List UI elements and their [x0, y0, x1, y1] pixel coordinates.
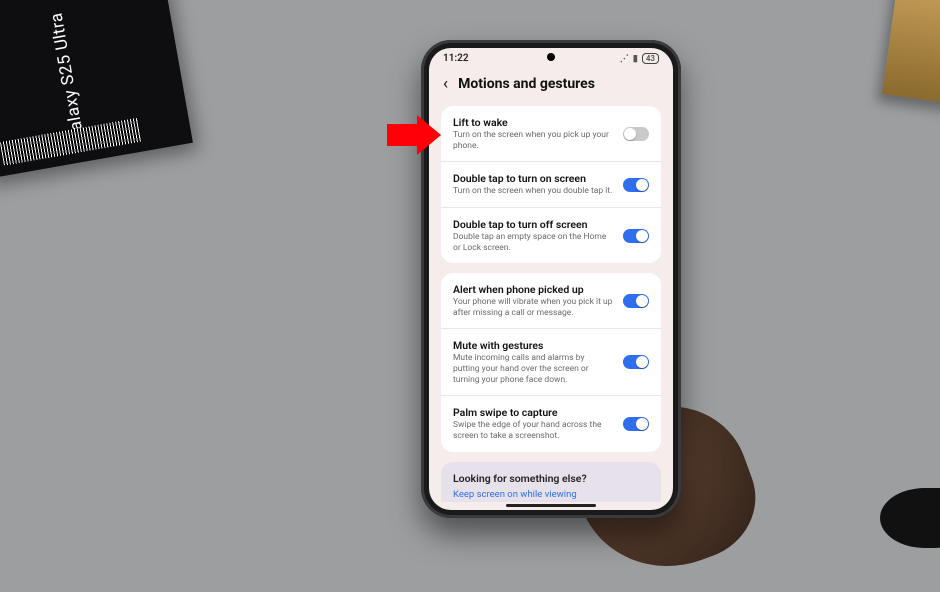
setting-desc: Swipe the edge of your hand across the s… [453, 420, 613, 441]
back-icon[interactable]: ‹ [443, 74, 448, 94]
looking-for-title: Looking for something else? [453, 472, 649, 485]
page-header: ‹ Motions and gestures [429, 64, 673, 106]
keep-screen-on-link[interactable]: Keep screen on while viewing [453, 489, 649, 500]
setting-desc: Mute incoming calls and alarms by puttin… [453, 353, 613, 385]
status-time: 11:22 [443, 53, 469, 64]
product-box: Galaxy S25 Ultra [0, 0, 193, 179]
setting-title: Double tap to turn on screen [453, 172, 613, 185]
palm-swipe-toggle[interactable] [623, 417, 649, 431]
nav-handle[interactable] [506, 504, 596, 507]
phone-screen: 11:22 ⋰ ▮ 43 ‹ Motions and gestures Lift… [429, 48, 673, 510]
setting-desc: Turn on the screen when you double tap i… [453, 186, 613, 197]
lift-to-wake-row[interactable]: Lift to wake Turn on the screen when you… [441, 106, 661, 161]
setting-desc: Double tap an empty space on the Home or… [453, 232, 613, 253]
phone-device: 11:22 ⋰ ▮ 43 ‹ Motions and gestures Lift… [421, 40, 681, 518]
double-tap-off-toggle[interactable] [623, 229, 649, 243]
settings-group-1: Lift to wake Turn on the screen when you… [441, 106, 661, 263]
mute-gestures-row[interactable]: Mute with gestures Mute incoming calls a… [441, 328, 661, 395]
signal-icon: ▮ [633, 54, 638, 64]
status-indicators: ⋰ ▮ 43 [620, 53, 659, 64]
wooden-block [882, 0, 940, 105]
page-title: Motions and gestures [458, 76, 595, 92]
setting-title: Double tap to turn off screen [453, 218, 613, 231]
setting-title: Alert when phone picked up [453, 283, 613, 296]
settings-group-2: Alert when phone picked up Your phone wi… [441, 273, 661, 451]
annotation-arrow [387, 115, 441, 155]
palm-swipe-row[interactable]: Palm swipe to capture Swipe the edge of … [441, 395, 661, 451]
wifi-icon: ⋰ [620, 54, 629, 64]
mute-gestures-toggle[interactable] [623, 355, 649, 369]
setting-desc: Turn on the screen when you pick up your… [453, 130, 613, 151]
product-box-label: Galaxy S25 Ultra [46, 11, 89, 144]
alert-picked-up-toggle[interactable] [623, 294, 649, 308]
earbud [880, 488, 940, 548]
alert-picked-up-row[interactable]: Alert when phone picked up Your phone wi… [441, 273, 661, 328]
lift-to-wake-toggle[interactable] [623, 127, 649, 141]
double-tap-off-row[interactable]: Double tap to turn off screen Double tap… [441, 207, 661, 263]
setting-title: Palm swipe to capture [453, 406, 613, 419]
setting-desc: Your phone will vibrate when you pick it… [453, 297, 613, 318]
front-camera [547, 53, 555, 61]
double-tap-on-row[interactable]: Double tap to turn on screen Turn on the… [441, 161, 661, 207]
battery-indicator: 43 [642, 53, 659, 64]
double-tap-on-toggle[interactable] [623, 178, 649, 192]
looking-for-card[interactable]: Looking for something else? Keep screen … [441, 462, 661, 502]
settings-list[interactable]: Lift to wake Turn on the screen when you… [429, 106, 673, 510]
setting-title: Lift to wake [453, 116, 613, 129]
setting-title: Mute with gestures [453, 339, 613, 352]
